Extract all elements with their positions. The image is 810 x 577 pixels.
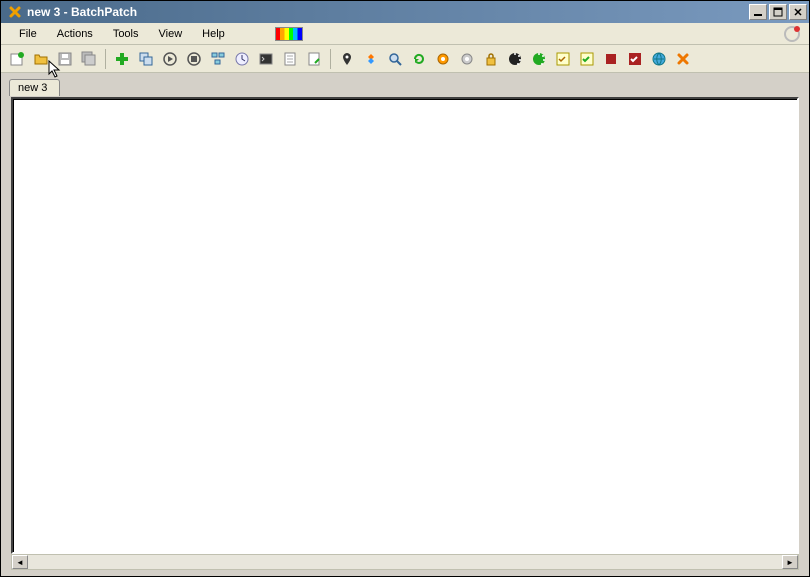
menu-tools[interactable]: Tools xyxy=(103,25,149,43)
status-indicator-icon xyxy=(783,25,801,43)
minimize-button[interactable] xyxy=(749,4,767,20)
save-all-button[interactable] xyxy=(79,49,99,69)
search-button[interactable] xyxy=(385,49,405,69)
terminal-button[interactable] xyxy=(256,49,276,69)
hosts-button[interactable] xyxy=(208,49,228,69)
grid-area[interactable] xyxy=(11,97,799,554)
app-window: new 3 - BatchPatch File Actions Tools Vi… xyxy=(0,0,810,577)
maximize-button[interactable] xyxy=(769,4,787,20)
tabstrip: new 3 xyxy=(1,73,809,95)
red-check-button[interactable] xyxy=(625,49,645,69)
spinner-dark-button[interactable] xyxy=(505,49,525,69)
spinner-green-button[interactable] xyxy=(529,49,549,69)
menu-help[interactable]: Help xyxy=(192,25,235,43)
new-grid-button[interactable] xyxy=(7,49,27,69)
toolbar xyxy=(1,45,809,73)
ping-button[interactable] xyxy=(361,49,381,69)
app-icon xyxy=(7,4,23,20)
content-wrap: ◄ ► xyxy=(1,95,809,576)
schedule-button[interactable] xyxy=(232,49,252,69)
page-open-button[interactable] xyxy=(304,49,324,69)
delete-button[interactable] xyxy=(673,49,693,69)
refresh-button[interactable] xyxy=(409,49,429,69)
check-green-button[interactable] xyxy=(577,49,597,69)
execute-button[interactable] xyxy=(160,49,180,69)
red-square-button[interactable] xyxy=(601,49,621,69)
check-sheet-button[interactable] xyxy=(553,49,573,69)
window-controls xyxy=(747,4,807,20)
menubar: File Actions Tools View Help xyxy=(1,23,809,45)
save-button[interactable] xyxy=(55,49,75,69)
add-host-button[interactable] xyxy=(112,49,132,69)
titlebar: new 3 - BatchPatch xyxy=(1,1,809,23)
color-palette-button[interactable] xyxy=(275,27,303,41)
toolbar-separator xyxy=(330,49,331,69)
horizontal-scrollbar[interactable]: ◄ ► xyxy=(11,554,799,570)
globe-button[interactable] xyxy=(649,49,669,69)
scroll-right-button[interactable]: ► xyxy=(782,555,798,569)
toolbar-separator xyxy=(105,49,106,69)
lock-button[interactable] xyxy=(481,49,501,69)
log-button[interactable] xyxy=(280,49,300,69)
scroll-left-button[interactable]: ◄ xyxy=(12,555,28,569)
pin-button[interactable] xyxy=(337,49,357,69)
close-button[interactable] xyxy=(789,4,807,20)
menu-view[interactable]: View xyxy=(149,25,193,43)
stop-button[interactable] xyxy=(184,49,204,69)
menu-actions[interactable]: Actions xyxy=(47,25,103,43)
settings-alt-button[interactable] xyxy=(457,49,477,69)
settings-button[interactable] xyxy=(433,49,453,69)
tab-active[interactable]: new 3 xyxy=(9,79,60,96)
copy-row-button[interactable] xyxy=(136,49,156,69)
menu-file[interactable]: File xyxy=(9,25,47,43)
window-title: new 3 - BatchPatch xyxy=(27,5,747,19)
open-button[interactable] xyxy=(31,49,51,69)
